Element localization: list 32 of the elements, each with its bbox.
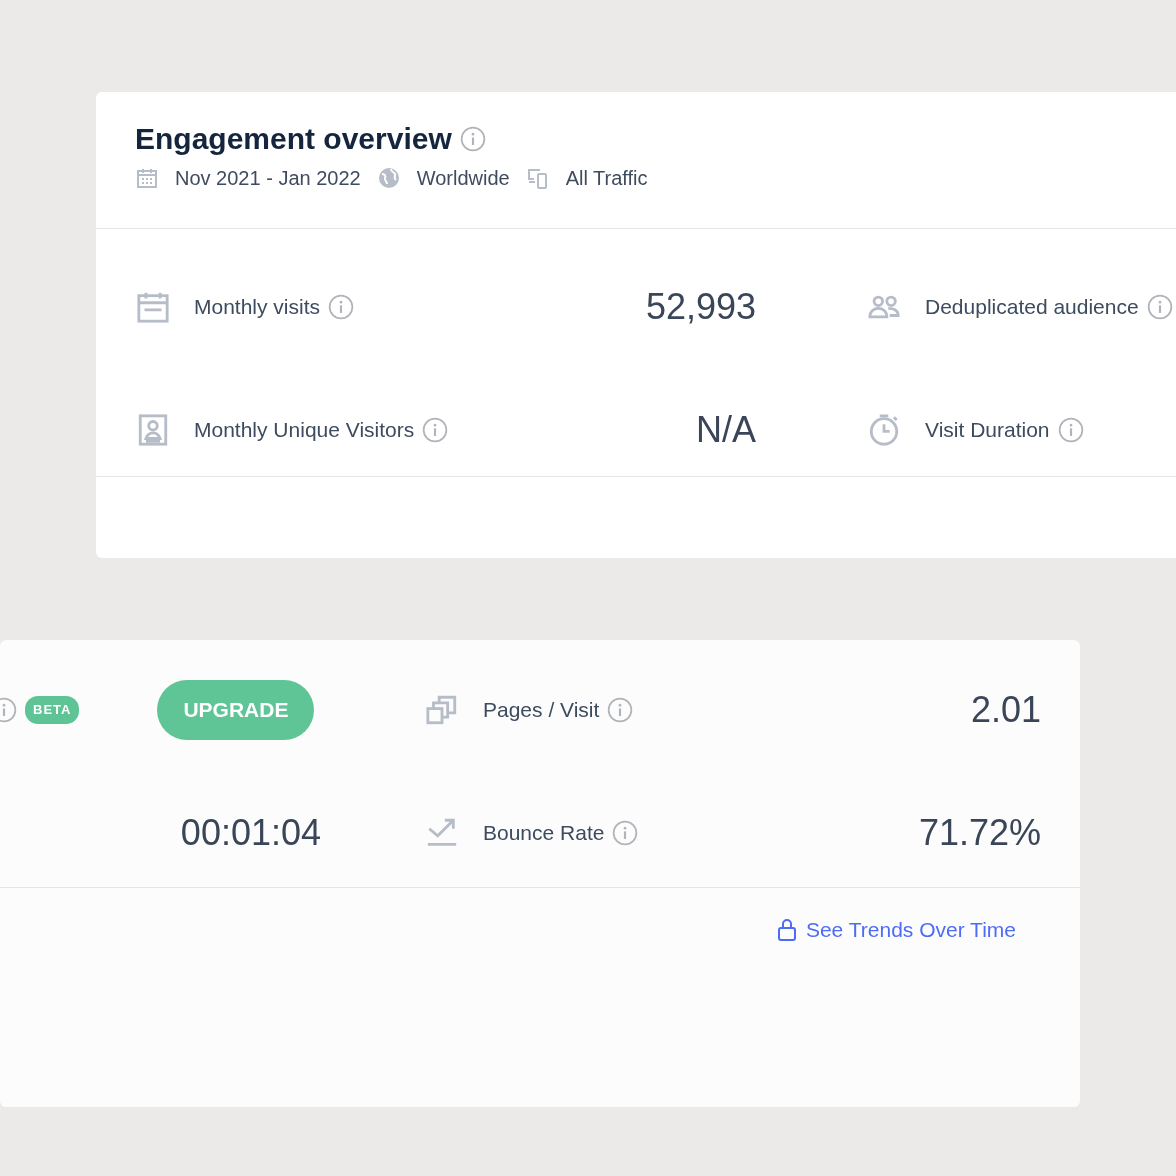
stopwatch-icon (867, 413, 901, 447)
card-title: Engagement overview (135, 122, 452, 155)
stacked-pages-icon (425, 693, 459, 727)
metric-label: Visit Duration (925, 417, 1050, 444)
metric-label: Bounce Rate (483, 820, 605, 847)
info-icon[interactable] (459, 125, 486, 152)
calendar-icon (136, 290, 170, 324)
info-icon[interactable] (328, 294, 355, 320)
metric-value: 71.72% (918, 811, 1041, 855)
beta-badge: BETA (25, 696, 80, 724)
lock-icon (775, 917, 798, 942)
metric-value: 52,993 (645, 285, 756, 329)
devices-icon (525, 166, 550, 190)
filter-label[interactable]: All Traffic (565, 163, 648, 193)
info-icon[interactable] (607, 697, 634, 723)
metric-value: 00:01:04 (180, 811, 321, 855)
info-icon[interactable] (422, 417, 449, 443)
info-icon[interactable] (1146, 294, 1173, 320)
globe-icon (376, 166, 401, 190)
metric-label: Deduplicated audience (925, 294, 1139, 321)
info-icon[interactable] (1057, 417, 1084, 443)
metric-value: N/A (696, 408, 756, 452)
filter-label[interactable]: Worldwide (416, 163, 510, 193)
profile-icon (136, 413, 170, 447)
see-trends-link[interactable]: See Trends Over Time (775, 913, 1016, 946)
metric-label: Monthly Unique Visitors (194, 417, 415, 444)
info-icon[interactable] (612, 820, 639, 846)
metric-label: Pages / Visit (483, 697, 600, 724)
calendar-icon (135, 166, 159, 190)
metric-value: 2.01 (970, 688, 1041, 732)
filter-label[interactable]: Nov 2021 - Jan 2022 (175, 163, 361, 193)
metric-label: Monthly visits (194, 294, 321, 321)
